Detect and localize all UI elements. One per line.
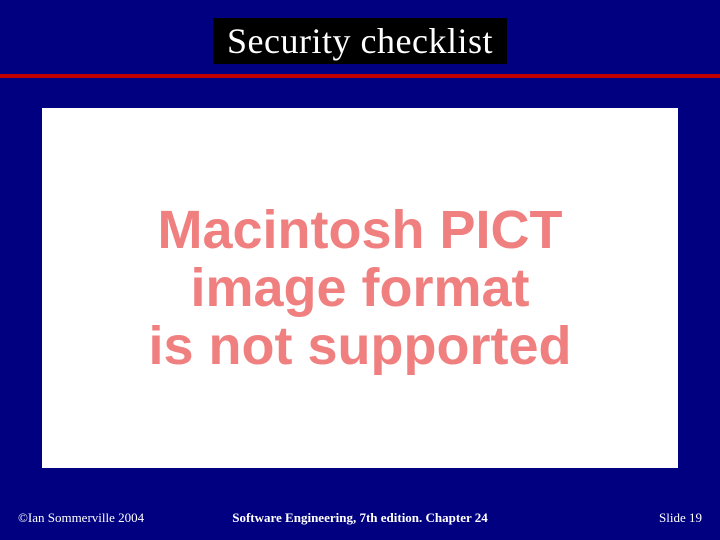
footer-slide-number: Slide 19 [659,510,702,526]
placeholder-message: Macintosh PICT image format is not suppo… [149,201,572,376]
slide: Security checklist Macintosh PICT image … [0,0,720,540]
title-area: Security checklist [0,0,720,64]
placeholder-line-2: image format [190,258,529,318]
footer: ©Ian Sommerville 2004 Software Engineeri… [0,506,720,530]
divider-line [0,74,720,78]
footer-copyright: ©Ian Sommerville 2004 [18,510,144,526]
footer-slide-value: 19 [689,510,702,525]
footer-slide-label: Slide [659,510,686,525]
placeholder-line-1: Macintosh PICT [157,200,562,260]
slide-title: Security checklist [213,18,507,64]
placeholder-line-3: is not supported [149,316,572,376]
content-placeholder: Macintosh PICT image format is not suppo… [42,108,678,468]
